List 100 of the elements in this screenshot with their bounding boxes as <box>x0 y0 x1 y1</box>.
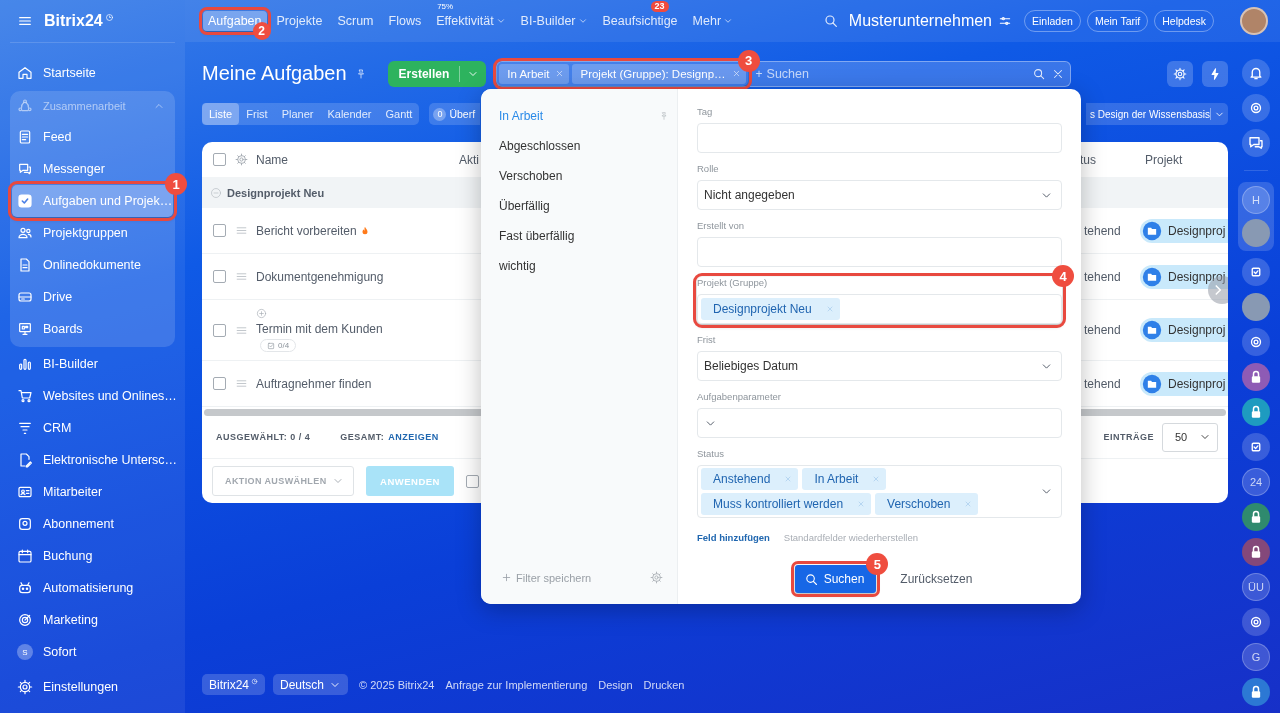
nav-tab[interactable]: Scrum <box>332 11 379 31</box>
sidebar-item[interactable]: Onlinedokumente <box>10 249 175 281</box>
sidebar-item[interactable]: Einstellungen <box>10 671 175 703</box>
sidebar-item[interactable]: Startseite <box>10 57 175 89</box>
footer-link[interactable]: Design <box>598 678 633 691</box>
page-size-select[interactable]: 50 <box>1162 422 1218 452</box>
checkbox[interactable] <box>213 377 226 390</box>
counter-chip[interactable]: 0 Überf <box>429 103 481 125</box>
nav-tab[interactable]: Effektivität <box>431 11 511 31</box>
task-name[interactable]: Bericht vorbereiten <box>256 223 357 238</box>
checkbox[interactable] <box>213 224 226 237</box>
sidebar-item[interactable]: Websites und Onlines… <box>10 380 175 412</box>
sidebar-item[interactable]: Elektronische Untersc… <box>10 444 175 476</box>
sidebar-item[interactable]: S Sofort <box>10 636 175 668</box>
locked-chat-button[interactable] <box>1242 503 1270 531</box>
sidebar-item[interactable]: Mitarbeiter <box>10 476 175 508</box>
avatar[interactable] <box>1240 7 1268 35</box>
select-field[interactable] <box>697 408 1062 438</box>
filter-preset[interactable]: wichtig <box>481 251 677 281</box>
chat-avatar[interactable]: 24 <box>1242 468 1270 496</box>
view-tab[interactable]: Frist <box>239 103 275 125</box>
nav-tab[interactable]: Beaufsichtige <box>597 11 683 31</box>
filter-preset[interactable]: Verschoben <box>481 161 677 191</box>
checkbox[interactable] <box>213 270 226 283</box>
task-box-button[interactable] <box>1242 258 1270 286</box>
company-name[interactable]: Musterunternehmen <box>848 12 992 30</box>
preset-dropdown[interactable]: s Design der Wissensbasis <box>1086 103 1228 125</box>
show-total-link[interactable]: ANZEIGEN <box>388 432 439 442</box>
drag-handle-icon[interactable] <box>235 224 248 237</box>
task-box-button[interactable] <box>1242 433 1270 461</box>
column-header[interactable]: Name <box>252 152 456 167</box>
tag-field[interactable]: Designprojekt Neu <box>697 294 1062 324</box>
tag-chip[interactable]: Muss kontrolliert werden <box>701 493 872 515</box>
column-header[interactable]: Projekt <box>1140 152 1228 167</box>
drag-handle-icon[interactable] <box>235 270 248 283</box>
automation-button[interactable] <box>1202 60 1228 87</box>
close-icon[interactable] <box>731 69 741 78</box>
project-chip[interactable]: Designproj <box>1140 371 1228 396</box>
task-name[interactable]: Dokumentgenehmigung <box>256 269 384 284</box>
task-name[interactable]: Auftragnehmer finden <box>256 376 372 391</box>
task-name[interactable]: Termin mit dem Kunden <box>256 322 383 336</box>
tag-chip[interactable]: Designprojekt Neu <box>701 298 840 320</box>
view-tab[interactable]: Gantt <box>378 103 420 125</box>
search-icon[interactable] <box>822 13 839 29</box>
locked-chat-button[interactable] <box>1242 538 1270 566</box>
footer-link[interactable]: Drucken <box>643 678 685 691</box>
chat-avatar[interactable]: G <box>1242 643 1270 671</box>
checkbox[interactable] <box>466 474 479 488</box>
settings-button[interactable] <box>1167 60 1193 87</box>
nav-tab[interactable]: BI-Builder <box>515 11 593 31</box>
input-field[interactable] <box>697 237 1062 267</box>
avatar[interactable] <box>1242 219 1270 247</box>
sidebar-item[interactable]: BI-Builder <box>10 348 175 380</box>
rings-button[interactable] <box>1242 94 1270 122</box>
avatar[interactable] <box>1242 293 1270 321</box>
view-tab[interactable]: Planer <box>274 103 321 125</box>
search-field[interactable]: Suchen <box>762 65 1033 82</box>
nav-tab[interactable]: Projekte <box>271 11 328 31</box>
sliders-icon[interactable] <box>998 14 1012 28</box>
select-field[interactable]: Beliebiges Datum <box>697 351 1062 381</box>
filter-preset[interactable]: Überfällig <box>481 191 677 221</box>
close-icon[interactable] <box>555 69 565 78</box>
sidebar-item[interactable]: CRM <box>10 412 175 444</box>
sidebar-item[interactable]: Drive <box>10 281 175 313</box>
logo-button[interactable]: Bitrix24 <box>202 674 265 695</box>
locked-chat-button[interactable] <box>1242 398 1270 426</box>
checkbox[interactable] <box>213 323 226 337</box>
column-header[interactable]: tus <box>1078 152 1140 167</box>
checkbox[interactable] <box>213 153 226 166</box>
view-tab[interactable]: Kalender <box>320 103 379 125</box>
language-select[interactable]: Deutsch <box>273 674 349 695</box>
filter-preset[interactable]: Fast überfällig <box>481 221 677 251</box>
footer-link[interactable]: Anfrage zur Implementierung <box>445 678 588 691</box>
chat-avatar[interactable]: H <box>1242 186 1270 214</box>
sidebar-item[interactable]: Boards <box>10 313 175 345</box>
project-chip[interactable]: Designproj <box>1140 264 1228 289</box>
project-chip[interactable]: Designproj <box>1140 318 1228 342</box>
nav-tab[interactable]: Mehr <box>687 11 739 31</box>
tag-chip[interactable]: In Arbeit <box>802 468 887 490</box>
nav-tab[interactable]: Flows <box>383 11 427 31</box>
sidebar-item[interactable]: Marketing <box>10 604 175 636</box>
input-field[interactable] <box>697 123 1062 153</box>
sidebar-item[interactable]: Abonnement <box>10 508 175 540</box>
bell-button[interactable] <box>1242 59 1270 87</box>
filter-preset[interactable]: In Arbeit <box>481 101 677 131</box>
locked-chat-button[interactable] <box>1242 678 1270 706</box>
reset-button[interactable]: Zurücksetzen <box>894 571 979 587</box>
gear-icon[interactable] <box>235 153 248 166</box>
add-field-link[interactable]: Feld hinzufügen <box>697 532 770 543</box>
sidebar-item[interactable]: Feed <box>10 121 175 153</box>
sidebar-item[interactable]: Projektgruppen <box>10 217 175 249</box>
rings-button[interactable] <box>1242 608 1270 636</box>
filter-preset[interactable]: Abgeschlossen <box>481 131 677 161</box>
filter-chip[interactable]: Projekt (Gruppe): Designp… <box>572 63 746 84</box>
tag-chip[interactable]: Anstehend <box>701 468 799 490</box>
collapse-icon[interactable] <box>210 186 222 199</box>
select-field[interactable]: Nicht angegeben <box>697 180 1062 210</box>
logo-text[interactable]: Bitrix24 <box>44 12 103 30</box>
drag-handle-icon[interactable] <box>235 377 248 390</box>
rings-button[interactable] <box>1242 328 1270 356</box>
